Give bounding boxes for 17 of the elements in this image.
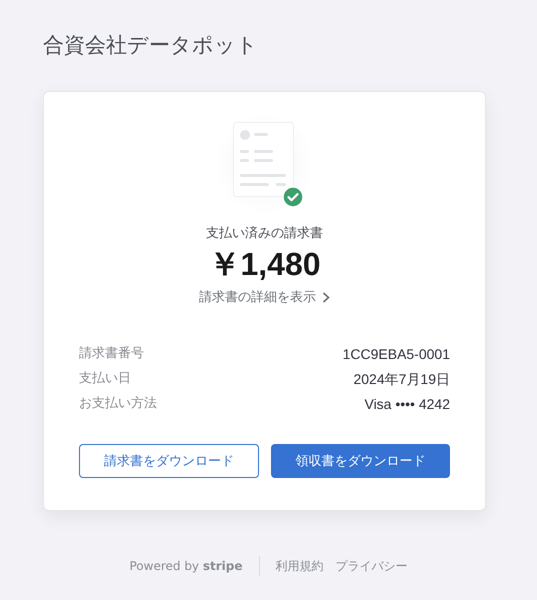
merchant-name: 合資会社データポット bbox=[43, 32, 259, 59]
download-button[interactable]: 領収書をダウンロード bbox=[270, 444, 450, 478]
details-link[interactable]: 請求書の詳細を表示 bbox=[199, 288, 330, 306]
summary-value: 1CC9EBA5-0001 bbox=[342, 345, 450, 364]
footer-link[interactable]: プライバシー bbox=[336, 558, 408, 574]
summary-value: 2024年7月19日 bbox=[353, 370, 450, 389]
footer-link[interactable]: 利用規約 bbox=[276, 558, 324, 574]
summary-value: Visa •••• 4242 bbox=[364, 395, 450, 414]
powered-by-text: Powered by stripe bbox=[129, 559, 242, 573]
summary-label: 支払い日 bbox=[79, 370, 131, 388]
chevron-icon bbox=[322, 292, 330, 302]
status-text: 支払い済みの請求書 bbox=[206, 225, 323, 242]
summary-label: お支払い方法 bbox=[79, 395, 157, 413]
download-button[interactable]: 請求書をダウンロード bbox=[79, 444, 258, 478]
amount: ￥1,480 bbox=[208, 245, 321, 284]
document-icon bbox=[232, 122, 296, 200]
summary-label: 請求書番号 bbox=[79, 345, 144, 363]
